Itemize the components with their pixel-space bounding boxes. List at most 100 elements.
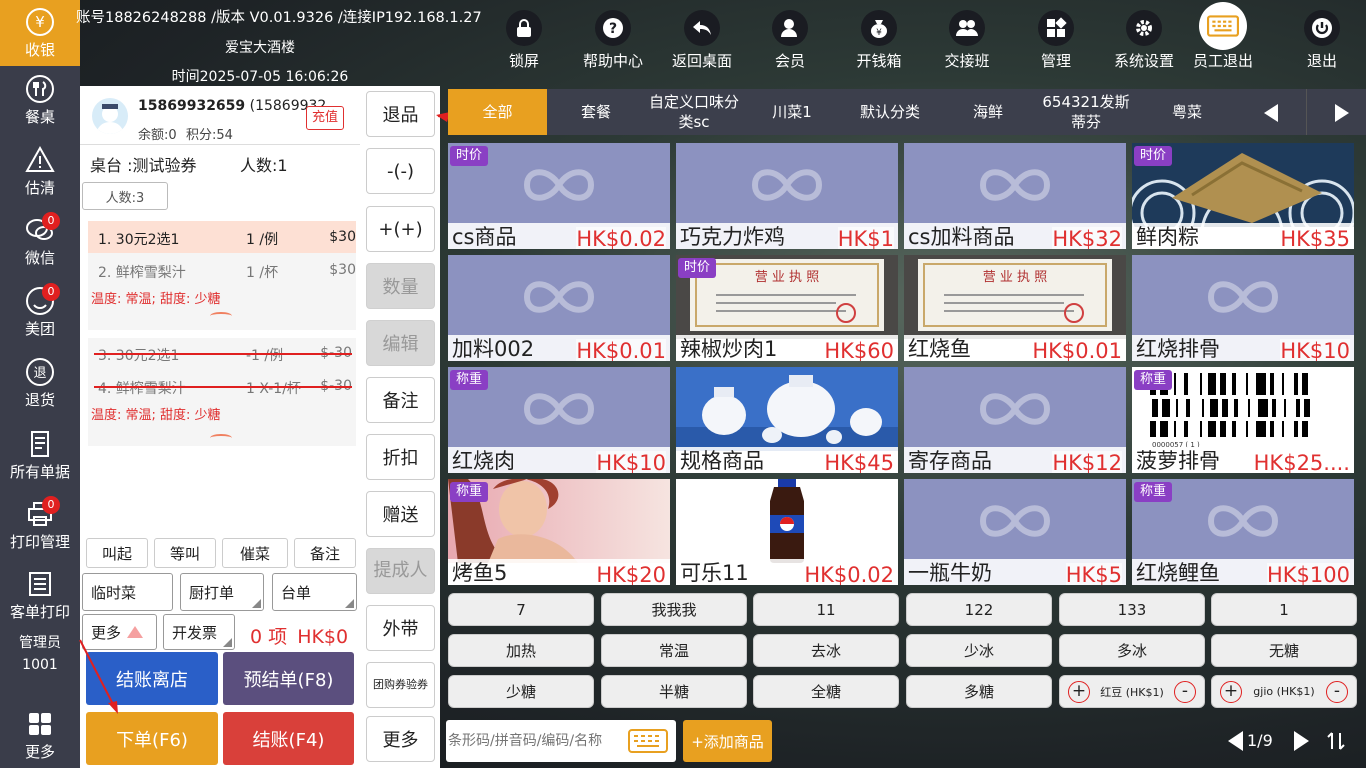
option-half-sugar[interactable]: 半糖 xyxy=(601,675,747,708)
category-tab-all[interactable]: 全部 xyxy=(448,89,547,135)
sidebar-item-print-manage[interactable]: 打印管理 0 xyxy=(0,492,80,558)
product-card[interactable]: 0000057 ( 1 ) 称重 菠萝排骨 HK$25.... xyxy=(1132,367,1354,473)
increase-button[interactable]: +(+) xyxy=(366,206,435,252)
option-no-sugar[interactable]: 无糖 xyxy=(1211,634,1357,667)
product-card[interactable]: 称重 红烧鲤鱼 HK$100 xyxy=(1132,479,1354,585)
collapse-chevron-icon[interactable] xyxy=(210,434,232,442)
commission-button[interactable]: 提成人 xyxy=(366,548,435,594)
option-button[interactable]: 我我我 xyxy=(601,593,747,626)
product-card[interactable]: 称重 红烧肉 HK$10 xyxy=(448,367,670,473)
product-card[interactable]: 红烧排骨 HK$10 xyxy=(1132,255,1354,361)
group-coupon-button[interactable]: 团购券验券 xyxy=(366,662,435,708)
add-product-button[interactable]: +添加商品 xyxy=(683,720,772,762)
sidebar-item-soldout[interactable]: 估清 xyxy=(0,138,80,204)
category-next-icon[interactable] xyxy=(1335,104,1349,122)
category-tab[interactable]: 套餐 xyxy=(547,89,645,135)
keyboard-icon[interactable] xyxy=(628,729,668,753)
member-button[interactable]: 会员 xyxy=(745,10,835,78)
option-button[interactable]: 1 xyxy=(1211,593,1357,626)
option-heat[interactable]: 加热 xyxy=(448,634,594,667)
option-no-ice[interactable]: 去冰 xyxy=(753,634,899,667)
sidebar-item-wechat[interactable]: 微信 0 xyxy=(0,208,80,274)
quantity-button[interactable]: 数量 xyxy=(366,263,435,309)
search-input[interactable] xyxy=(448,726,626,756)
decrease-button[interactable]: -(-) xyxy=(366,148,435,194)
exit-button[interactable]: 退出 xyxy=(1277,10,1366,78)
product-card[interactable]: 称重 烤鱼5 HK$20 xyxy=(448,479,670,585)
addon-plus-button[interactable]: + xyxy=(1068,680,1090,703)
option-more-sugar[interactable]: 多糖 xyxy=(906,675,1052,708)
sort-icon[interactable] xyxy=(1325,730,1347,752)
product-card[interactable]: 营 业 执 照红烧鱼 HK$0.01 xyxy=(904,255,1126,361)
employee-logout-button[interactable]: 员工退出 xyxy=(1178,2,1268,78)
product-card[interactable]: cs加料商品 HK$32 xyxy=(904,143,1126,249)
product-card[interactable]: 可乐11 HK$0.02 xyxy=(676,479,898,585)
option-button[interactable]: 122 xyxy=(906,593,1052,626)
people-button[interactable]: 人数:3 xyxy=(82,182,168,210)
kitchen-print-button[interactable]: 厨打单 xyxy=(180,573,264,611)
discount-button[interactable]: 折扣 xyxy=(366,434,435,480)
category-tab[interactable]: 海鲜 xyxy=(939,89,1037,135)
system-settings-button[interactable]: 系统设置 xyxy=(1099,10,1189,78)
collapse-chevron-icon[interactable] xyxy=(210,312,232,320)
sidebar-item-meituan[interactable]: 美团 0 xyxy=(0,279,80,345)
product-card[interactable]: 寄存商品 HK$12 xyxy=(904,367,1126,473)
product-card[interactable]: 规格商品 HK$45 xyxy=(676,367,898,473)
product-card[interactable]: 时价 鲜肉粽 HK$35 xyxy=(1132,143,1354,249)
sidebar-item-documents[interactable]: 所有单据 xyxy=(0,422,80,488)
option-full-sugar[interactable]: 全糖 xyxy=(753,675,899,708)
lock-screen-button[interactable]: 锁屏 xyxy=(479,10,569,78)
sidebar-item-more[interactable]: 更多 xyxy=(0,702,80,768)
rush-dish-button[interactable]: 催菜 xyxy=(222,538,288,568)
item-note-button[interactable]: 备注 xyxy=(366,377,435,423)
addon-plus-button[interactable]: + xyxy=(1220,680,1242,703)
product-card[interactable]: 营 业 执 照 时价 辣椒炒肉1 HK$60 xyxy=(676,255,898,361)
more-options-button[interactable]: 更多 xyxy=(82,614,157,650)
more-actions-button[interactable]: 更多 xyxy=(366,716,435,762)
category-tab[interactable]: 川菜1 xyxy=(743,89,841,135)
temp-dish-button[interactable]: 临时菜 xyxy=(82,573,173,611)
page-next-icon[interactable] xyxy=(1294,731,1309,751)
open-cashbox-button[interactable]: ¥ 开钱箱 xyxy=(834,10,924,78)
category-tab[interactable]: 654321发斯蒂芬 xyxy=(1037,89,1135,135)
option-less-sugar[interactable]: 少糖 xyxy=(448,675,594,708)
table-bill-button[interactable]: 台单 xyxy=(272,573,357,611)
takeaway-button[interactable]: 外带 xyxy=(366,605,435,651)
sidebar-item-receipt-print[interactable]: 客单打印 xyxy=(0,562,80,628)
option-room-temp[interactable]: 常温 xyxy=(601,634,747,667)
addon-minus-button[interactable]: - xyxy=(1325,680,1348,703)
product-card[interactable]: 时价 cs商品 HK$0.02 xyxy=(448,143,670,249)
addon-minus-button[interactable]: - xyxy=(1174,680,1196,703)
return-item-button[interactable]: 退品 xyxy=(366,91,435,137)
option-button[interactable]: 7 xyxy=(448,593,594,626)
checkout-leave-button[interactable]: 结账离店 xyxy=(86,652,218,705)
pre-bill-button[interactable]: 预结单(F8) xyxy=(223,652,354,705)
page-prev-icon[interactable] xyxy=(1228,731,1243,751)
edit-button[interactable]: 编辑 xyxy=(366,320,435,366)
back-desktop-button[interactable]: 返回桌面 xyxy=(657,10,747,78)
sidebar-item-tables[interactable]: 餐桌 xyxy=(0,67,80,133)
option-button[interactable]: 11 xyxy=(753,593,899,626)
help-center-button[interactable]: ? 帮助中心 xyxy=(568,10,658,78)
category-prev-icon[interactable] xyxy=(1264,104,1278,122)
checkout-button[interactable]: 结账(F4) xyxy=(223,712,354,765)
place-order-button[interactable]: 下单(F6) xyxy=(86,712,218,765)
option-button[interactable]: 133 xyxy=(1059,593,1205,626)
recharge-button[interactable]: 充值 xyxy=(306,106,344,130)
call-up-button[interactable]: 叫起 xyxy=(86,538,148,568)
invoice-button[interactable]: 开发票 xyxy=(163,614,235,650)
sidebar-item-return[interactable]: 退 退货 xyxy=(0,350,80,416)
option-more-ice[interactable]: 多冰 xyxy=(1059,634,1205,667)
category-tab[interactable]: 自定义口味分类sc xyxy=(645,89,743,135)
shift-handover-button[interactable]: 交接班 xyxy=(922,10,1012,78)
product-card[interactable]: 一瓶牛奶 HK$5 xyxy=(904,479,1126,585)
wait-call-button[interactable]: 等叫 xyxy=(154,538,216,568)
management-button[interactable]: 管理 xyxy=(1011,10,1101,78)
category-tab[interactable]: 默认分类 xyxy=(841,89,939,135)
gift-button[interactable]: 赠送 xyxy=(366,491,435,537)
category-tab[interactable]: 粤菜 xyxy=(1135,89,1239,135)
option-less-ice[interactable]: 少冰 xyxy=(906,634,1052,667)
order-note-button[interactable]: 备注 xyxy=(294,538,356,568)
sidebar-item-cashier[interactable]: ¥ 收银 xyxy=(0,0,80,66)
product-card[interactable]: 巧克力炸鸡 HK$1 xyxy=(676,143,898,249)
